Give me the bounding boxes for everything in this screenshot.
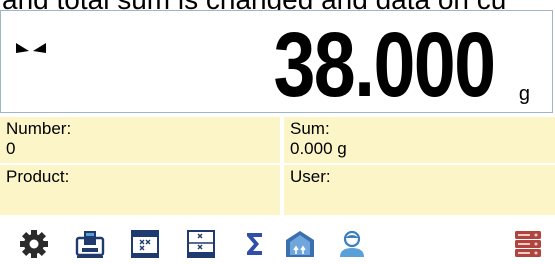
statistics-button[interactable] — [185, 228, 217, 260]
settings-button[interactable] — [18, 228, 50, 260]
info-panel: Number: 0 Sum: 0.000 g Product: User: — [0, 114, 555, 217]
gear-icon — [20, 230, 48, 258]
product-field[interactable]: Product: — [0, 165, 280, 215]
sum-value: 0.000 g — [290, 139, 347, 158]
print-button[interactable] — [74, 228, 106, 260]
stability-icon — [16, 43, 46, 53]
printer-icon — [75, 231, 105, 258]
weight-unit: g — [518, 83, 530, 105]
database-icon — [515, 231, 541, 257]
sum-button[interactable] — [238, 228, 270, 260]
records-button[interactable] — [129, 228, 161, 260]
user-icon — [340, 230, 364, 257]
user-field[interactable]: User: — [284, 165, 555, 215]
sigma-icon — [247, 233, 262, 255]
number-value: 0 — [6, 139, 16, 158]
product-label: Product: — [6, 167, 70, 186]
sum-field: Sum: 0.000 g — [284, 117, 555, 163]
weight-value: 38.000 — [273, 14, 496, 116]
statistics-icon — [187, 230, 215, 258]
user-button[interactable] — [336, 228, 368, 260]
weighing-display: 38.000 g — [0, 10, 553, 116]
bottom-toolbar — [0, 222, 555, 264]
number-field: Number: 0 — [0, 117, 280, 163]
database-button[interactable] — [512, 228, 544, 260]
user-label: User: — [290, 167, 331, 186]
records-icon — [131, 230, 159, 258]
app-screen: and total sum is changed and data on cu … — [0, 0, 555, 264]
sum-label: Sum: — [290, 119, 330, 138]
number-label: Number: — [6, 119, 72, 138]
packaging-icon — [286, 231, 314, 257]
packaging-button[interactable] — [284, 228, 316, 260]
